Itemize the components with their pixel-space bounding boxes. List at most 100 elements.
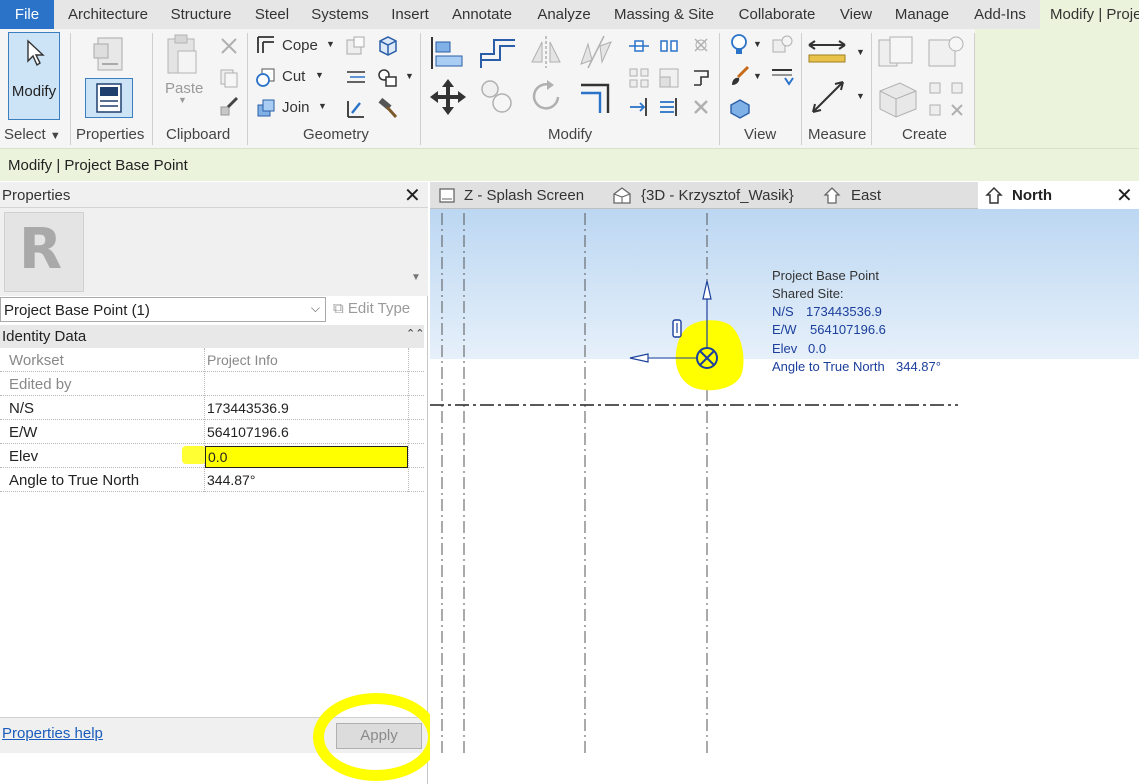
group-header-identity-data[interactable]: Identity Data ⌃⌃ <box>0 325 424 348</box>
rotate-icon[interactable] <box>528 77 564 115</box>
mirror-pick-axis-icon[interactable] <box>528 34 564 70</box>
property-value[interactable]: 564107196.6 <box>207 424 289 440</box>
edit-type-button[interactable]: ⧉ Edit Type <box>333 300 410 317</box>
tab-view[interactable]: View <box>834 0 878 29</box>
trim-extend-corner-icon[interactable] <box>578 77 614 115</box>
demolish-icon[interactable] <box>344 97 368 121</box>
create-assembly-icon[interactable] <box>876 34 916 72</box>
chevron-down-icon[interactable]: ▼ <box>753 71 762 81</box>
properties-panel-label: Properties <box>76 126 145 143</box>
move-split-icon[interactable] <box>628 37 650 55</box>
tab-structure[interactable]: Structure <box>164 0 238 29</box>
join-geometry-icon[interactable] <box>255 97 277 119</box>
chevron-down-icon[interactable]: ▼ <box>856 91 865 101</box>
cut-geometry-icon[interactable] <box>255 66 277 88</box>
tab-3d-view[interactable]: {3D - Krzysztof_Wasik} <box>606 182 812 209</box>
tab-file[interactable]: File <box>0 0 54 29</box>
mirror-draw-axis-icon[interactable] <box>578 34 614 70</box>
chevron-down-icon[interactable]: ▼ <box>318 101 327 111</box>
tab-add-ins[interactable]: Add-Ins <box>966 0 1034 29</box>
type-selector[interactable]: R ▼ <box>0 208 428 296</box>
tab-architecture[interactable]: Architecture <box>60 0 156 29</box>
create-group-icon[interactable] <box>876 79 920 119</box>
property-value[interactable]: 344.87° <box>207 472 255 488</box>
property-row-ew[interactable]: E/W 564107196.6 <box>0 420 424 444</box>
properties-help-link[interactable]: Properties help <box>2 725 103 742</box>
info-ns-value[interactable]: 173443536.9 <box>806 304 882 319</box>
tab-collaborate[interactable]: Collaborate <box>732 0 822 29</box>
select-box-icon[interactable] <box>728 97 752 119</box>
create-parts-icon[interactable] <box>926 34 966 72</box>
array-icon[interactable] <box>628 67 650 89</box>
cut-label[interactable]: Cut <box>282 68 305 85</box>
info-elev-value[interactable]: 0.0 <box>808 341 826 356</box>
tab-annotate[interactable]: Annotate <box>444 0 520 29</box>
modify-button[interactable]: Modify <box>8 32 60 120</box>
chevron-down-icon[interactable]: ▼ <box>405 71 414 81</box>
override-graphics-brush-icon[interactable] <box>728 65 752 87</box>
collapse-icon[interactable]: ⌃⌃ <box>406 327 424 340</box>
clip-icon[interactable] <box>671 319 683 339</box>
info-ew-value[interactable]: 564107196.6 <box>810 322 886 337</box>
tab-massing-site[interactable]: Massing & Site <box>608 0 720 29</box>
cope-icon[interactable] <box>255 34 277 56</box>
drawing-canvas[interactable]: Project Base Point Shared Site: N/S 1734… <box>430 209 1139 784</box>
split-element-icon[interactable] <box>658 37 680 55</box>
property-value[interactable]: 173443536.9 <box>207 400 289 416</box>
join-label[interactable]: Join <box>282 99 310 116</box>
trim-extend-single-icon[interactable] <box>628 96 650 118</box>
cut-scissors-icon[interactable] <box>218 35 240 57</box>
chevron-down-icon[interactable]: ▼ <box>315 70 324 80</box>
tab-modify-project-base-point[interactable]: Modify | Proje <box>1040 0 1139 29</box>
chevron-down-icon[interactable]: ▼ <box>753 39 762 49</box>
property-row-edited-by[interactable]: Edited by <box>0 372 424 396</box>
scale-icon[interactable] <box>658 67 680 89</box>
elev-value-field[interactable]: 0.0 <box>205 446 408 468</box>
cope-label[interactable]: Cope <box>282 37 318 54</box>
tab-manage[interactable]: Manage <box>890 0 954 29</box>
trim-extend-multiple-icon[interactable] <box>658 96 680 118</box>
copy-icon[interactable] <box>218 67 240 89</box>
paste-icon[interactable] <box>164 33 200 77</box>
unpin-icon[interactable] <box>690 34 712 56</box>
select-panel-dropdown[interactable]: Select ▼ <box>4 126 61 143</box>
property-row-angle-to-true-north[interactable]: Angle to True North 344.87° <box>0 468 424 492</box>
property-row-ns[interactable]: N/S 173443536.9 <box>0 396 424 420</box>
hammer-icon[interactable] <box>376 97 400 121</box>
property-row-workset[interactable]: Workset Project Info <box>0 348 424 372</box>
match-properties-brush-icon[interactable] <box>218 95 240 117</box>
chevron-down-icon[interactable]: ▼ <box>856 47 865 57</box>
move-icon[interactable] <box>428 77 468 117</box>
close-icon[interactable]: ✕ <box>1116 183 1133 208</box>
close-icon[interactable]: ✕ <box>404 183 421 208</box>
info-angle-value[interactable]: 344.87° <box>896 359 941 374</box>
tab-splash-screen[interactable]: Z - Splash Screen <box>430 182 600 209</box>
tab-insert[interactable]: Insert <box>386 0 434 29</box>
instance-selector[interactable]: Project Base Point (1) ⌵ <box>0 297 326 322</box>
linework-icon[interactable] <box>770 65 794 87</box>
tab-analyze[interactable]: Analyze <box>530 0 598 29</box>
type-properties-icon[interactable] <box>92 34 128 74</box>
aligned-dimension-icon[interactable] <box>808 77 848 117</box>
properties-button[interactable] <box>85 78 133 118</box>
tab-east-elevation[interactable]: East <box>816 182 976 209</box>
chevron-down-icon[interactable]: ▼ <box>326 39 335 49</box>
split-face-icon[interactable] <box>344 66 368 90</box>
chevron-down-icon[interactable]: ▼ <box>411 272 421 283</box>
hide-isolate-icon[interactable] <box>770 34 794 56</box>
measure-between-references-icon[interactable] <box>806 37 848 67</box>
remove-paint-icon[interactable] <box>376 66 400 90</box>
paint-cube-icon[interactable] <box>376 34 400 58</box>
align-icon[interactable] <box>428 34 466 72</box>
tab-north-elevation[interactable]: North ✕ <box>978 182 1139 209</box>
tab-steel[interactable]: Steel <box>248 0 296 29</box>
tab-systems[interactable]: Systems <box>306 0 374 29</box>
properties-title-bar[interactable]: Properties ✕ <box>0 182 428 208</box>
create-similar-icon[interactable] <box>926 79 966 119</box>
wall-joins-icon[interactable] <box>344 34 368 58</box>
offset-icon[interactable] <box>478 34 518 70</box>
pin-icon[interactable] <box>690 67 712 89</box>
lightbulb-icon[interactable] <box>728 33 750 57</box>
delete-icon[interactable] <box>690 96 712 118</box>
copy-element-icon[interactable] <box>478 77 514 115</box>
